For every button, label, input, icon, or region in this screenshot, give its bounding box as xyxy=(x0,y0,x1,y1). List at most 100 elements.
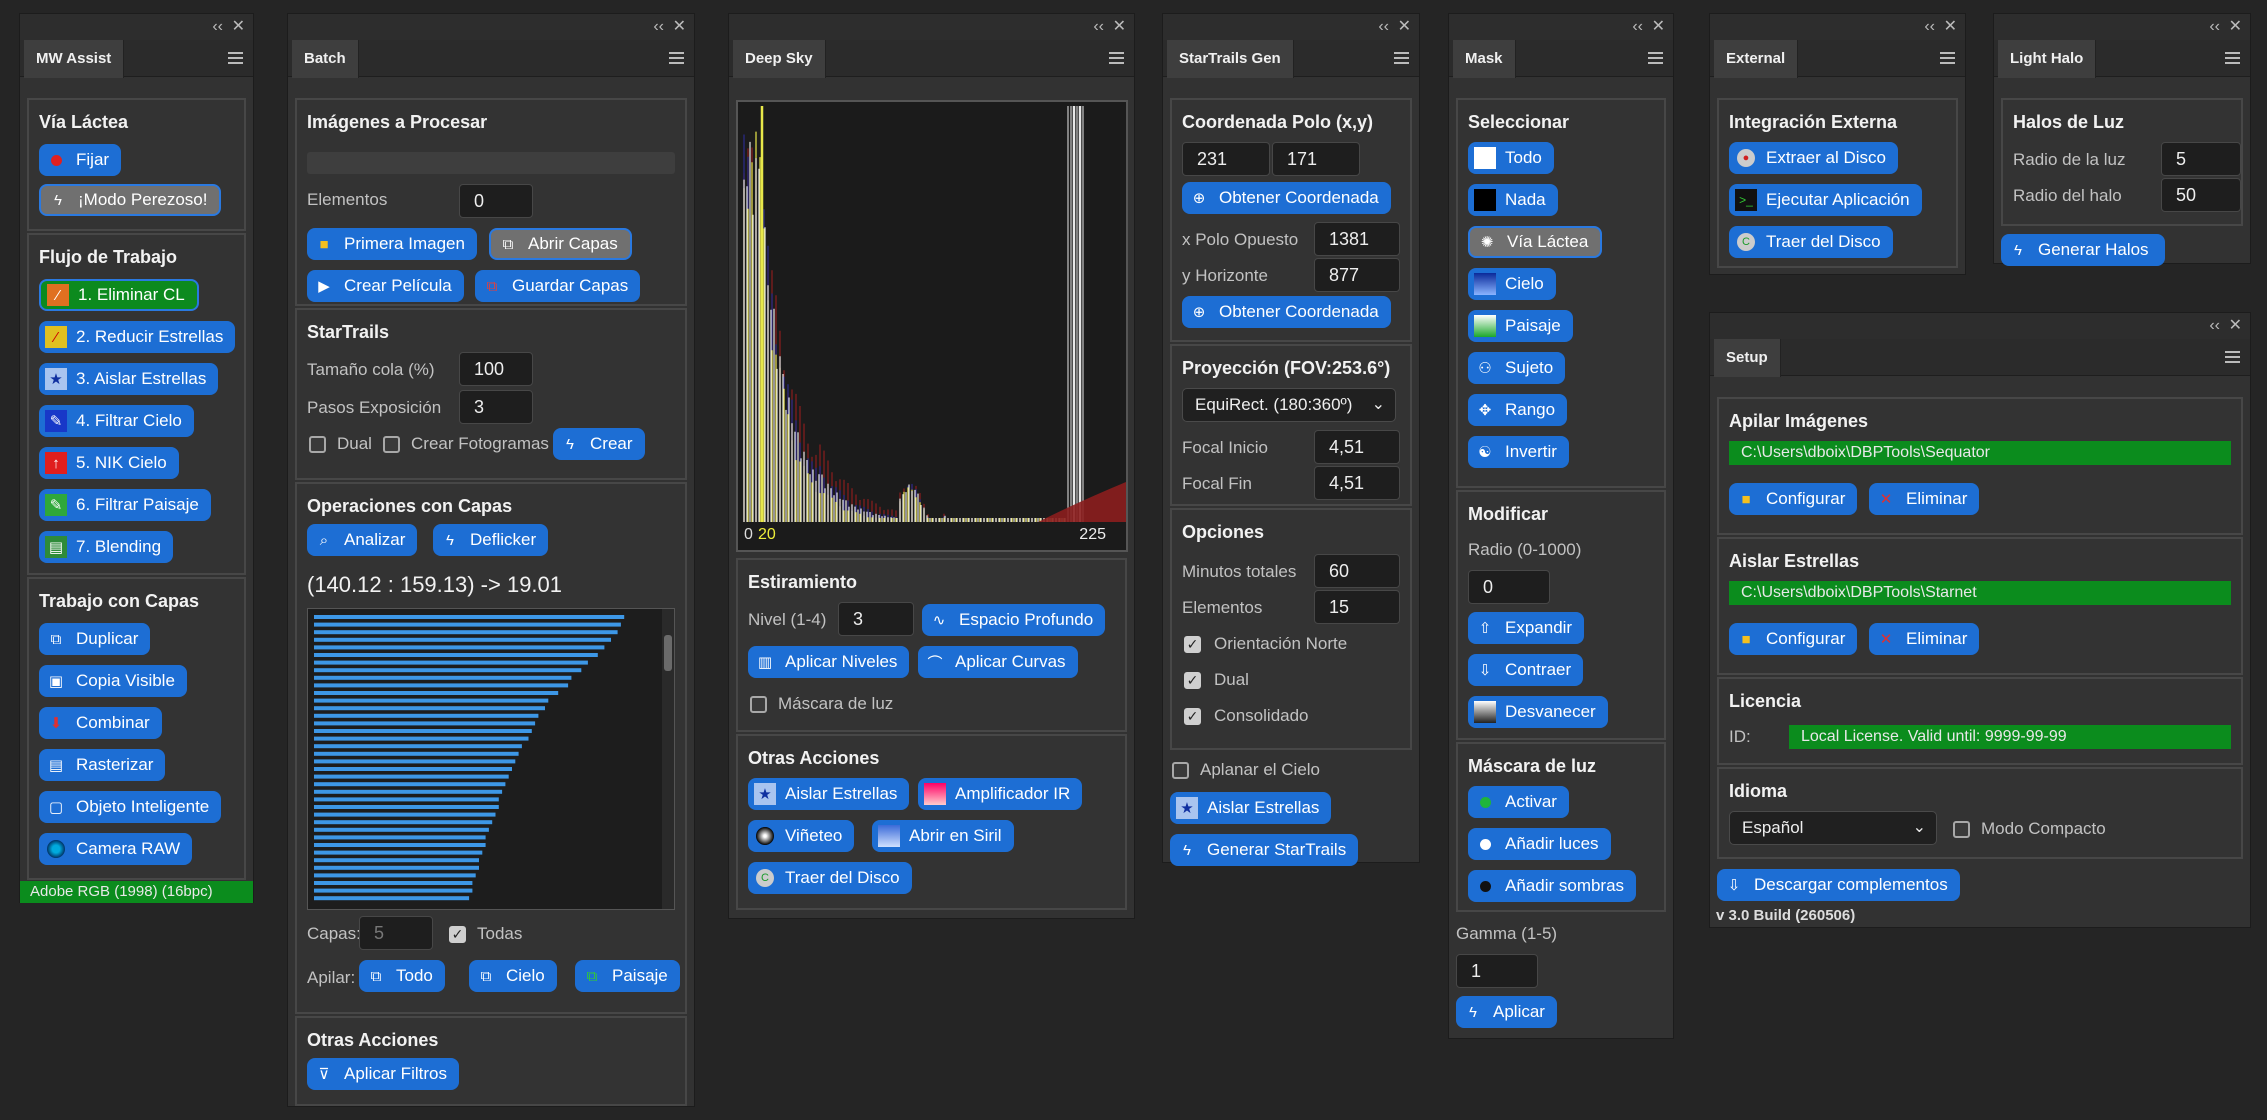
close-icon[interactable]: ✕ xyxy=(2229,19,2242,35)
aplicar-curvas-button[interactable]: ⌒ Aplicar Curvas xyxy=(918,646,1078,678)
aislar-estrellas-button[interactable]: ★ Aislar Estrellas xyxy=(748,778,910,810)
configurar-button[interactable]: ■ Configurar xyxy=(1729,483,1858,515)
aplicar-button[interactable]: ϟ Aplicar xyxy=(1456,996,1557,1028)
rasterizar-button[interactable]: ▤ Rasterizar xyxy=(39,749,166,781)
consolidado-checkbox[interactable]: ✓ xyxy=(1184,708,1201,725)
apilar-paisaje-button[interactable]: ⧉ Paisaje xyxy=(575,960,680,992)
step-blending-button[interactable]: ▤ 7. Blending xyxy=(39,531,174,563)
collapse-icon[interactable]: ‹‹ xyxy=(653,19,664,35)
objeto-inteligente-button[interactable]: ▢ Objeto Inteligente xyxy=(39,791,222,823)
close-icon[interactable]: ✕ xyxy=(1113,19,1126,35)
panel-titlebar[interactable]: ‹‹ ✕ xyxy=(1710,14,1965,40)
abrir-capas-button[interactable]: ⧉ Abrir Capas xyxy=(489,228,632,260)
traer-disco-button[interactable]: C Traer del Disco xyxy=(748,862,912,894)
focal-fin-field[interactable]: 4,51 xyxy=(1314,466,1400,500)
step-reducir-estrellas-button[interactable]: ⁄ 2. Reducir Estrellas xyxy=(39,321,236,353)
step-filtrar-paisaje-button[interactable]: ✎ 6. Filtrar Paisaje xyxy=(39,489,211,521)
vineteo-button[interactable]: Viñeteo xyxy=(748,820,855,852)
radio-field[interactable]: 0 xyxy=(1468,570,1550,604)
mascara-luz-checkbox[interactable] xyxy=(750,696,767,713)
activar-button[interactable]: Activar xyxy=(1468,786,1569,818)
guardar-capas-button[interactable]: ⧉ Guardar Capas xyxy=(475,270,641,302)
step-filtrar-cielo-button[interactable]: ✎ 4. Filtrar Cielo xyxy=(39,405,194,437)
expandir-button[interactable]: ⇧ Expandir xyxy=(1468,612,1585,644)
camera-raw-button[interactable]: Camera RAW xyxy=(39,833,193,865)
close-icon[interactable]: ✕ xyxy=(1398,19,1411,35)
capas-field[interactable]: 5 xyxy=(359,916,433,950)
panel-menu-icon[interactable] xyxy=(1648,52,1663,64)
pasos-field[interactable]: 3 xyxy=(459,390,533,424)
x-polo-opuesto-field[interactable]: 1381 xyxy=(1314,222,1400,256)
collapse-icon[interactable]: ‹‹ xyxy=(1378,19,1389,35)
scrollbar-thumb[interactable] xyxy=(664,635,672,671)
close-icon[interactable]: ✕ xyxy=(2229,318,2242,334)
polo-y-field[interactable]: 171 xyxy=(1272,142,1360,176)
analizar-button[interactable]: ⌕ Analizar xyxy=(307,524,418,556)
nivel-field[interactable]: 3 xyxy=(838,602,914,636)
tab-light-halo[interactable]: Light Halo xyxy=(1998,40,2097,78)
panel-menu-icon[interactable] xyxy=(1940,52,1955,64)
tab-setup[interactable]: Setup xyxy=(1714,339,1781,377)
aislar-estrellas-button[interactable]: ★ Aislar Estrellas xyxy=(1170,792,1332,824)
close-icon[interactable]: ✕ xyxy=(232,19,245,35)
y-horizonte-field[interactable]: 877 xyxy=(1314,258,1400,292)
panel-titlebar[interactable]: ‹‹ ✕ xyxy=(1994,14,2250,40)
idioma-select[interactable]: Español ⌄ xyxy=(1729,811,1937,845)
tab-external[interactable]: External xyxy=(1714,40,1799,78)
collapse-icon[interactable]: ‹‹ xyxy=(1632,19,1643,35)
panel-menu-icon[interactable] xyxy=(2225,52,2240,64)
anadir-luces-button[interactable]: Añadir luces xyxy=(1468,828,1611,860)
gamma-field[interactable]: 1 xyxy=(1456,954,1538,988)
panel-titlebar[interactable]: ‹‹ ✕ xyxy=(1163,14,1419,40)
collapse-icon[interactable]: ‹‹ xyxy=(2209,318,2220,334)
desvanecer-button[interactable]: Desvanecer xyxy=(1468,696,1608,728)
todas-checkbox[interactable]: ✓ xyxy=(449,926,466,943)
seleccionar-nada-button[interactable]: Nada xyxy=(1468,184,1558,216)
eliminar-button[interactable]: ✕ Eliminar xyxy=(1869,483,1980,515)
panel-titlebar[interactable]: ‹‹ ✕ xyxy=(1449,14,1673,40)
obtener-coordenada-2-button[interactable]: ⊕ Obtener Coordenada xyxy=(1182,296,1391,328)
polo-x-field[interactable]: 231 xyxy=(1182,142,1270,176)
modo-perezoso-button[interactable]: ϟ ¡Modo Perezoso! xyxy=(39,184,222,216)
panel-titlebar[interactable]: ‹‹ ✕ xyxy=(1710,313,2250,339)
orientacion-checkbox[interactable]: ✓ xyxy=(1184,636,1201,653)
tab-mw-assist[interactable]: MW Assist xyxy=(24,40,125,78)
amplificador-ir-button[interactable]: Amplificador IR xyxy=(918,778,1083,810)
eliminar-button[interactable]: ✕ Eliminar xyxy=(1869,623,1980,655)
panel-titlebar[interactable]: ‹‹ ✕ xyxy=(729,14,1134,40)
copia-visible-button[interactable]: ▣ Copia Visible xyxy=(39,665,187,697)
focal-inicio-field[interactable]: 4,51 xyxy=(1314,430,1400,464)
panel-menu-icon[interactable] xyxy=(1394,52,1409,64)
collapse-icon[interactable]: ‹‹ xyxy=(212,19,223,35)
descargar-complementos-button[interactable]: ⇩ Descargar complementos xyxy=(1717,869,1960,901)
traer-disco-button[interactable]: C Traer del Disco xyxy=(1729,226,1893,258)
deflicker-button[interactable]: ϟ Deflicker xyxy=(433,524,549,556)
duplicar-button[interactable]: ⧉ Duplicar xyxy=(39,623,151,655)
tab-mask[interactable]: Mask xyxy=(1453,40,1516,78)
invertir-button[interactable]: ☯ Invertir xyxy=(1468,436,1569,468)
extraer-disco-button[interactable]: ● Extraer al Disco xyxy=(1729,142,1898,174)
radio-luz-field[interactable]: 5 xyxy=(2161,142,2241,176)
aplicar-niveles-button[interactable]: ▥ Aplicar Niveles xyxy=(748,646,910,678)
fijar-button[interactable]: Fijar xyxy=(39,144,122,176)
generar-startrails-button[interactable]: ϟ Generar StarTrails xyxy=(1170,834,1359,866)
panel-menu-icon[interactable] xyxy=(228,52,243,64)
seleccionar-todo-button[interactable]: Todo xyxy=(1468,142,1554,174)
tamano-field[interactable]: 100 xyxy=(459,352,533,386)
panel-titlebar[interactable]: ‹‹ ✕ xyxy=(20,14,253,40)
collapse-icon[interactable]: ‹‹ xyxy=(2209,19,2220,35)
elementos-field[interactable]: 15 xyxy=(1314,590,1400,624)
step-aislar-estrellas-button[interactable]: ★ 3. Aislar Estrellas xyxy=(39,363,219,395)
collapse-icon[interactable]: ‹‹ xyxy=(1093,19,1104,35)
aplicar-filtros-button[interactable]: ⊽ Aplicar Filtros xyxy=(307,1058,459,1090)
dual-checkbox[interactable] xyxy=(309,436,326,453)
step-nik-cielo-button[interactable]: ↑ 5. NIK Cielo xyxy=(39,447,179,479)
configurar-button[interactable]: ■ Configurar xyxy=(1729,623,1858,655)
apilar-todo-button[interactable]: ⧉ Todo xyxy=(359,960,445,992)
ejecutar-aplicacion-button[interactable]: >_ Ejecutar Aplicación xyxy=(1729,184,1922,216)
panel-titlebar[interactable]: ‹‹ ✕ xyxy=(288,14,694,40)
panel-menu-icon[interactable] xyxy=(669,52,684,64)
crear-fotogramas-checkbox[interactable] xyxy=(383,436,400,453)
scrollbar[interactable] xyxy=(662,609,674,909)
close-icon[interactable]: ✕ xyxy=(1944,19,1957,35)
